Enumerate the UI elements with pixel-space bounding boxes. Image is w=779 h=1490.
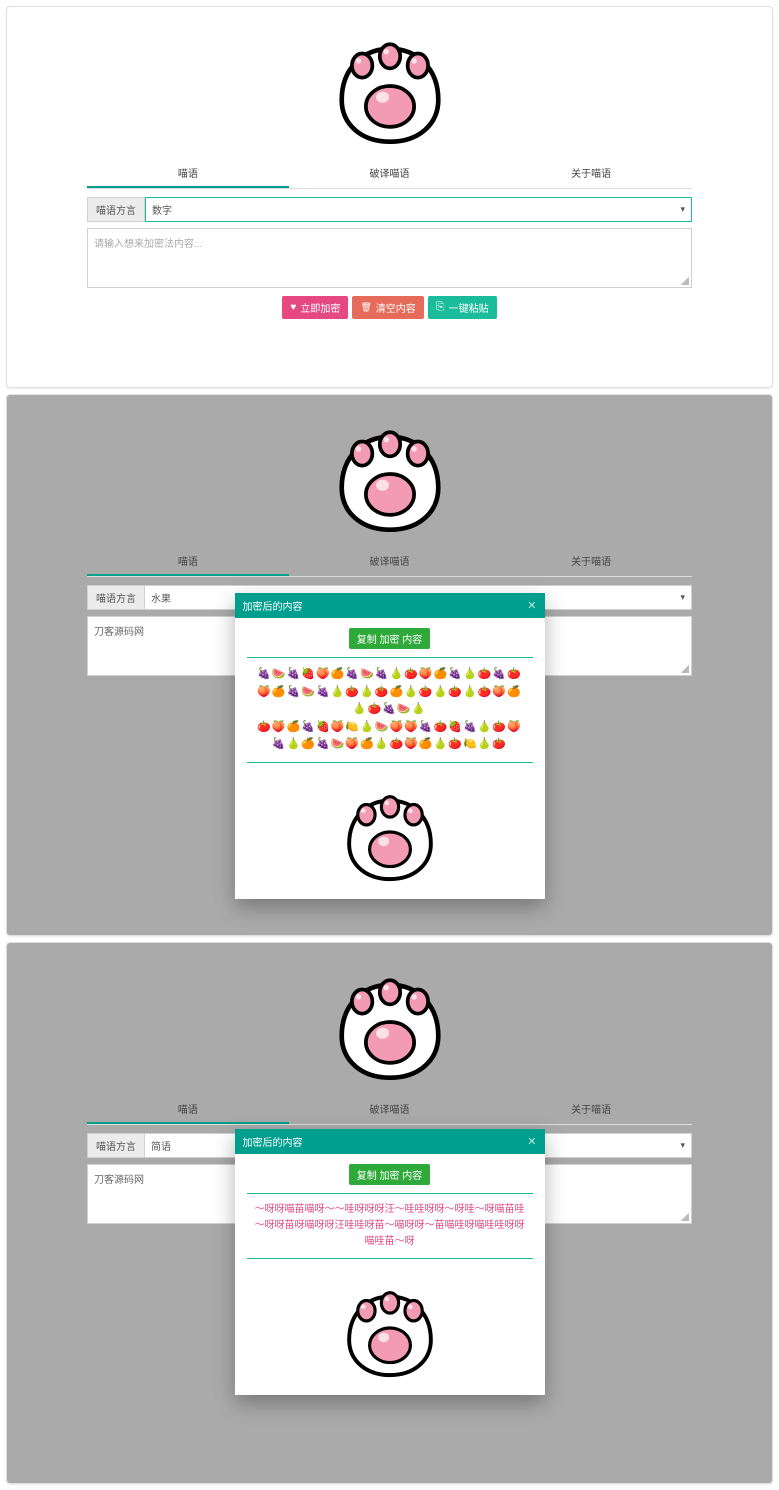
close-icon[interactable]: ✕ [527,599,536,612]
clear-button-label: 清空内容 [376,300,416,315]
encrypt-button-label: 立即加密 [300,300,340,315]
tab-about[interactable]: 关于喵语 [490,159,692,188]
tab-decrypt[interactable]: 破译喵语 [289,1095,491,1124]
chevron-down-icon: ▾ [680,592,685,603]
chevron-down-icon: ▾ [680,204,685,215]
placeholder-text: 请输入想来加密法内容... [94,239,202,250]
tab-about[interactable]: 关于喵语 [490,1095,692,1124]
logo-paw [87,409,692,539]
content-textarea[interactable]: 请输入想来加密法内容... [87,228,692,288]
dialect-value: 数字 [152,202,172,217]
dialect-value: 水果 [151,590,171,605]
modal-title: 加密后的内容 [243,598,303,613]
logo-paw [247,777,533,887]
encrypt-button[interactable]: 立即加密 [282,296,348,319]
close-icon[interactable]: ✕ [527,1135,536,1148]
logo-paw [87,957,692,1087]
dialect-label: 喵语方言 [87,585,145,610]
panel-main: 喵语 破译喵语 关于喵语 喵语方言 数字 ▾ 请输入想来加密法内容... 立即加… [6,6,773,388]
chevron-down-icon: ▾ [680,1140,685,1151]
clear-button[interactable]: 清空内容 [352,296,423,319]
paste-button-label: 一键粘贴 [449,300,489,315]
tab-encrypt[interactable]: 喵语 [87,547,289,576]
result-modal: 加密后的内容 ✕ 复制 加密 内容 ～呀呀喵苗喵呀～～哇呀呀呀汪～哇哇呀呀～呀哇… [235,1129,545,1395]
dialect-select[interactable]: 数字 ▾ [145,197,692,222]
trash-icon [360,302,371,313]
panel-fruit: 喵语 破译喵语 关于喵语 喵语方言 水果 ▾ 刀客源码网 加密后的内容 ✕ 复制… [6,394,773,936]
tab-decrypt[interactable]: 破译喵语 [289,547,491,576]
result-text: ～呀呀喵苗喵呀～～哇呀呀呀汪～哇哇呀呀～呀哇～呀喵苗哇～呀呀苗呀喵呀呀汪哇哇呀苗… [247,1193,533,1259]
dialect-label: 喵语方言 [87,197,145,222]
copy-button[interactable]: 复制 加密 内容 [349,628,431,649]
tab-encrypt[interactable]: 喵语 [87,159,289,188]
tabs: 喵语 破译喵语 关于喵语 [87,547,692,577]
textarea-value: 刀客源码网 [94,627,144,638]
dialect-value: 简语 [151,1138,171,1153]
copy-button[interactable]: 复制 加密 内容 [349,1164,431,1185]
logo-paw [87,21,692,151]
textarea-value: 刀客源码网 [94,1175,144,1186]
result-modal: 加密后的内容 ✕ 复制 加密 内容 🍇🍉🍇🍓🍑🍊🍇🍉🍇🍐🍅🍑🍊🍇🍐🍅🍇🍅🍑🍊🍇🍉… [235,593,545,899]
result-text: 🍇🍉🍇🍓🍑🍊🍇🍉🍇🍐🍅🍑🍊🍇🍐🍅🍇🍅🍑🍊🍇🍉🍇🍐🍅🍐🍅🍊🍐🍅🍐🍅🍐🍅🍑🍊🍐🍅🍇🍉… [247,657,533,763]
modal-title: 加密后的内容 [243,1134,303,1149]
tab-encrypt[interactable]: 喵语 [87,1095,289,1124]
tabs: 喵语 破译喵语 关于喵语 [87,1095,692,1125]
paste-button[interactable]: 一键粘贴 [428,296,497,319]
logo-paw [247,1273,533,1383]
panel-simple: 喵语 破译喵语 关于喵语 喵语方言 简语 ▾ 刀客源码网 加密后的内容 ✕ 复制… [6,942,773,1484]
tab-about[interactable]: 关于喵语 [490,547,692,576]
tab-decrypt[interactable]: 破译喵语 [289,159,491,188]
paste-icon [436,301,445,314]
dialect-label: 喵语方言 [87,1133,145,1158]
tabs: 喵语 破译喵语 关于喵语 [87,159,692,189]
heart-icon [290,302,296,313]
